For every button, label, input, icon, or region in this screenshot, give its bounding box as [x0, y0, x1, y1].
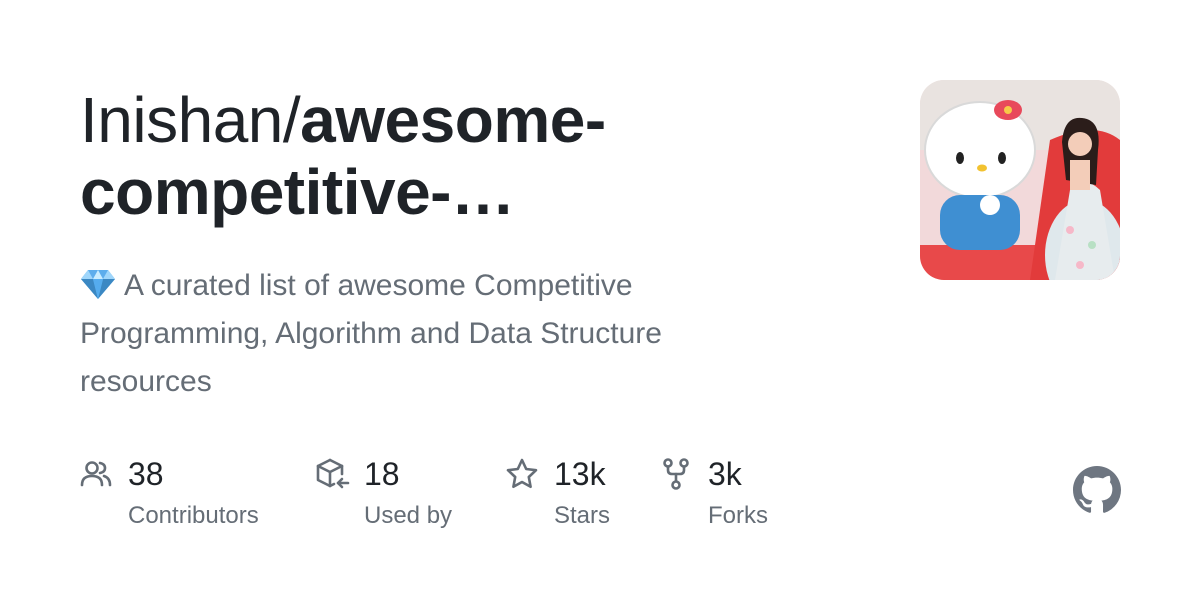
owner-avatar — [920, 80, 1120, 280]
stat-value: 3k — [708, 456, 742, 492]
stat-value: 18 — [364, 456, 400, 492]
fork-icon — [663, 458, 689, 490]
repo-owner: Inishan/ — [80, 84, 301, 156]
stat-label: Stars — [554, 502, 611, 529]
repo-description-text: A curated list of awesome Competitive Pr… — [80, 269, 662, 398]
stat-label: Used by — [364, 502, 453, 529]
gem-emoji-icon — [81, 270, 115, 299]
repo-description: A curated list of awesome Competitive Pr… — [80, 262, 800, 406]
github-logo-icon[interactable] — [1073, 466, 1121, 514]
repo-title: Inishan/awesome-competitive-… — [80, 84, 880, 228]
package-dependents-icon — [316, 458, 350, 489]
stat-label: Contributors — [128, 502, 259, 529]
people-icon — [80, 461, 112, 487]
stat-value: 13k — [554, 456, 606, 492]
star-icon — [506, 458, 538, 489]
stat-value: 38 — [128, 456, 164, 492]
stat-label: Forks — [708, 502, 768, 529]
